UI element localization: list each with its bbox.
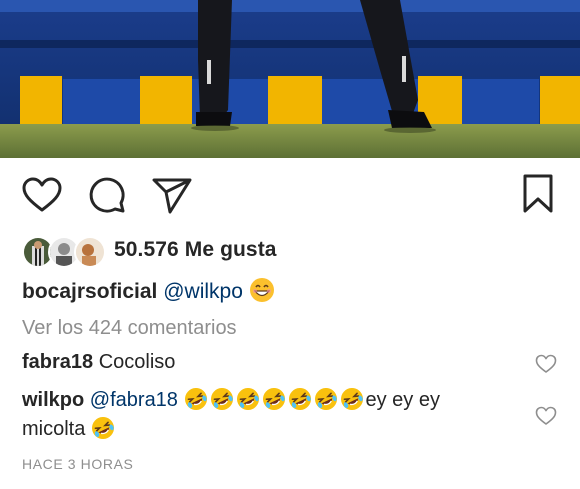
comment-item: wilkpo @fabra18 ey ey ey micolta [22,386,502,444]
comment-text: Cocoliso [98,351,176,373]
comment-username[interactable]: fabra18 [22,351,93,373]
emoji-group [91,417,117,440]
comment-bubble-icon [89,177,125,213]
share-button[interactable] [152,178,192,219]
comment-item: fabra18 Cocoliso [22,348,502,377]
rolling-on-floor-laughing-emoji-icon [314,388,337,410]
photo-image [0,0,580,158]
rolling-on-floor-laughing-emoji-icon [91,417,114,439]
rolling-on-floor-laughing-emoji-icon [288,388,311,410]
small-heart-icon [535,354,557,373]
rolling-on-floor-laughing-emoji-icon [184,388,207,410]
rolling-on-floor-laughing-emoji-icon [262,388,285,410]
rolling-on-floor-laughing-emoji-icon [340,388,363,410]
comment-text: ey ey ey [365,389,440,411]
paper-plane-icon [152,178,192,214]
rolling-on-floor-laughing-emoji-icon [210,388,233,410]
heart-outline-icon [22,177,62,212]
grinning-face-emoji-icon [249,278,274,302]
caption-username[interactable]: bocajrsoficial [22,280,157,303]
view-all-comments-link[interactable]: Ver los 424 comentarios [22,317,237,340]
post-action-bar [0,158,580,230]
likes-count[interactable]: 50.576 Me gusta [114,238,277,262]
emoji-group [184,388,366,411]
comment-username[interactable]: wilkpo [22,389,84,411]
save-button[interactable] [522,174,554,219]
caption-mention[interactable]: @wilkpo [163,280,243,303]
rolling-on-floor-laughing-emoji-icon [236,388,259,410]
post-timestamp: HACE 3 HORAS [22,456,134,472]
comment-text-line2: micolta [22,418,86,440]
small-heart-icon [535,406,557,425]
comment-like-button[interactable] [535,354,557,379]
likes-row[interactable]: 50.576 Me gusta [22,234,562,268]
post-caption: bocajrsoficial @wilkpo [22,277,277,304]
bookmark-icon [523,174,553,213]
comment-mention[interactable]: @fabra18 [90,389,178,411]
like-button[interactable] [22,177,62,218]
liker-avatar [74,236,106,268]
comment-like-button[interactable] [535,406,557,431]
comment-button[interactable] [88,176,126,219]
post-photo[interactable] [0,0,580,158]
